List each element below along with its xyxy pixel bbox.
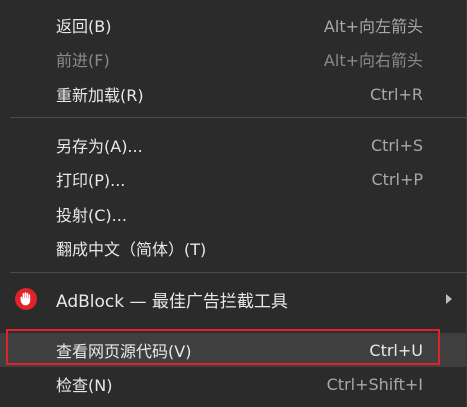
menu-item-view-source-label: 查看网页源代码(V) bbox=[56, 342, 192, 361]
menu-item-adblock-label: AdBlock — 最佳广告拦截工具 bbox=[56, 291, 288, 312]
context-menu: 返回(B) Alt+向左箭头 前进(F) Alt+向右箭头 重新加载(R) Ct… bbox=[0, 0, 467, 407]
menu-item-forward-label: 前进(F) bbox=[56, 51, 110, 70]
menu-item-inspect-shortcut: Ctrl+Shift+I bbox=[326, 374, 423, 394]
menu-item-translate-label: 翻成中文（简体）(T) bbox=[56, 240, 207, 259]
menu-item-view-source-shortcut: Ctrl+U bbox=[369, 340, 423, 360]
menu-item-reload-label: 重新加载(R) bbox=[56, 86, 144, 105]
menu-item-forward-shortcut: Alt+向右箭头 bbox=[323, 51, 423, 70]
chevron-right-icon bbox=[446, 294, 452, 304]
menu-item-back-shortcut: Alt+向左箭头 bbox=[323, 17, 423, 36]
menu-item-cast[interactable]: 投射(C)... bbox=[0, 197, 466, 231]
menu-item-save-as-label: 另存为(A)... bbox=[56, 137, 143, 156]
menu-item-forward: 前进(F) Alt+向右箭头 bbox=[0, 42, 466, 76]
menu-item-cast-label: 投射(C)... bbox=[56, 206, 127, 225]
menu-item-save-as[interactable]: 另存为(A)... Ctrl+S bbox=[0, 128, 466, 162]
menu-item-adblock[interactable]: AdBlock — 最佳广告拦截工具 bbox=[0, 282, 466, 316]
menu-item-translate[interactable]: 翻成中文（简体）(T) bbox=[0, 231, 466, 265]
menu-item-print-label: 打印(P)... bbox=[56, 171, 126, 190]
menu-item-inspect[interactable]: 检查(N) Ctrl+Shift+I bbox=[0, 367, 466, 401]
menu-item-reload-shortcut: Ctrl+R bbox=[370, 84, 423, 104]
menu-item-save-as-shortcut: Ctrl+S bbox=[370, 135, 423, 155]
menu-separator bbox=[10, 117, 466, 118]
adblock-hand-icon bbox=[15, 288, 37, 310]
menu-item-print[interactable]: 打印(P)... Ctrl+P bbox=[0, 162, 466, 196]
menu-item-reload[interactable]: 重新加载(R) Ctrl+R bbox=[0, 77, 466, 111]
menu-item-inspect-label: 检查(N) bbox=[56, 376, 113, 395]
menu-item-back[interactable]: 返回(B) Alt+向左箭头 bbox=[0, 8, 466, 42]
menu-item-back-label: 返回(B) bbox=[56, 17, 112, 36]
menu-separator bbox=[10, 272, 466, 273]
menu-item-print-shortcut: Ctrl+P bbox=[371, 169, 423, 189]
menu-item-view-source[interactable]: 查看网页源代码(V) Ctrl+U bbox=[0, 333, 466, 367]
